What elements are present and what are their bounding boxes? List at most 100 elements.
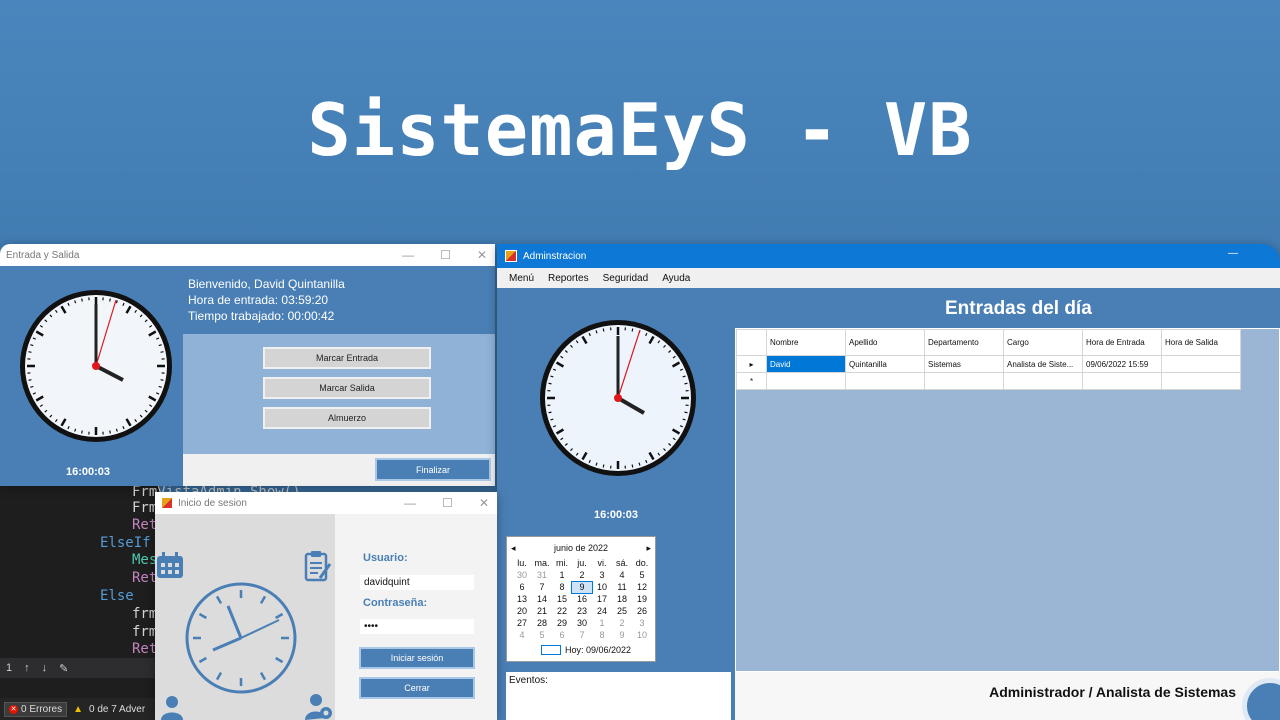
- menu-item-reportes[interactable]: Reportes: [548, 273, 589, 284]
- next-month-icon[interactable]: ▸: [646, 543, 651, 554]
- calendar-day[interactable]: 17: [592, 594, 612, 605]
- table-cell[interactable]: [1082, 372, 1162, 390]
- calendar-day[interactable]: 2: [572, 570, 592, 581]
- calendar-day[interactable]: 30: [512, 570, 532, 581]
- errors-filter-button[interactable]: ✕ 0 Errores: [4, 701, 68, 717]
- calendar-day[interactable]: 2: [612, 618, 632, 629]
- table-cell[interactable]: Sistemas: [924, 355, 1004, 373]
- calendar-day[interactable]: 9: [571, 581, 593, 594]
- calendar-day[interactable]: 15: [552, 594, 572, 605]
- column-header[interactable]: Departamento: [924, 329, 1004, 356]
- calendar-day[interactable]: 8: [592, 630, 612, 641]
- calendar-day[interactable]: 22: [552, 606, 572, 617]
- calendar-day[interactable]: 12: [632, 582, 652, 593]
- month-calendar[interactable]: ◂ junio de 2022 ▸ lu. ma. mi. ju. vi. sá. do. 3…: [506, 536, 656, 662]
- column-header[interactable]: Apellido: [845, 329, 925, 356]
- calendar-day[interactable]: 21: [532, 606, 552, 617]
- calendar-day[interactable]: 30: [572, 618, 592, 629]
- arrow-down-icon[interactable]: ↓: [42, 662, 48, 674]
- calendar-day[interactable]: 8: [552, 582, 572, 593]
- calendar-day[interactable]: 20: [512, 606, 532, 617]
- calendar-day[interactable]: 19: [632, 594, 652, 605]
- column-header[interactable]: Hora de Entrada: [1082, 329, 1162, 356]
- calendar-day[interactable]: 6: [552, 630, 572, 641]
- calendar-day[interactable]: 28: [532, 618, 552, 629]
- prev-month-icon[interactable]: ◂: [511, 543, 516, 554]
- calendar-day[interactable]: 11: [612, 582, 632, 593]
- menu-item-seguridad[interactable]: Seguridad: [603, 273, 649, 284]
- column-header[interactable]: Cargo: [1003, 329, 1083, 356]
- column-header[interactable]: Nombre: [766, 329, 846, 356]
- calendar-day[interactable]: 3: [632, 618, 652, 629]
- calendar-footer[interactable]: Hoy: 09/06/2022: [507, 641, 655, 655]
- table-header-row: Nombre Apellido Departamento Cargo Hora …: [736, 329, 1241, 356]
- menu-item-ayuda[interactable]: Ayuda: [662, 273, 690, 284]
- calendar-day[interactable]: 1: [552, 570, 572, 581]
- calendar-day[interactable]: 31: [532, 570, 552, 581]
- minimize-icon[interactable]: —: [1228, 248, 1238, 259]
- minimize-icon[interactable]: —: [404, 496, 416, 510]
- usuario-input[interactable]: davidquint: [360, 575, 474, 590]
- usuario-label: Usuario:: [363, 552, 408, 564]
- calendar-day[interactable]: 6: [512, 582, 532, 593]
- calendar-day[interactable]: 7: [572, 630, 592, 641]
- cerrar-button[interactable]: Cerrar: [359, 677, 475, 699]
- table-cell[interactable]: [1161, 355, 1241, 373]
- close-icon[interactable]: ✕: [477, 248, 487, 262]
- calendar-day[interactable]: 7: [532, 582, 552, 593]
- calendar-day[interactable]: 14: [532, 594, 552, 605]
- marcar-entrada-button[interactable]: Marcar Entrada: [263, 347, 431, 369]
- calendar-day[interactable]: 1: [592, 618, 612, 629]
- table-cell[interactable]: [924, 372, 1004, 390]
- calendar-day[interactable]: 29: [552, 618, 572, 629]
- minimize-icon[interactable]: —: [402, 248, 414, 262]
- calendar-day[interactable]: 27: [512, 618, 532, 629]
- new-row[interactable]: *: [736, 372, 1241, 390]
- marcar-salida-button[interactable]: Marcar Salida: [263, 377, 431, 399]
- eventos-textbox[interactable]: Eventos:: [506, 672, 731, 720]
- admin-titlebar[interactable]: Adminstracion —: [497, 244, 1280, 268]
- calendar-day[interactable]: 9: [612, 630, 632, 641]
- maximize-icon[interactable]: ☐: [442, 496, 453, 510]
- table-cell[interactable]: Analista de Siste...: [1003, 355, 1083, 373]
- entrada-titlebar[interactable]: Entrada y Salida — ☐ ✕: [0, 244, 495, 266]
- login-titlebar[interactable]: Inicio de sesion — ☐ ✕: [155, 492, 497, 514]
- table-cell[interactable]: 09/06/2022 15:59: [1082, 355, 1162, 373]
- calendar-day[interactable]: 16: [572, 594, 592, 605]
- table-cell[interactable]: [1003, 372, 1083, 390]
- calendar-day[interactable]: 24: [592, 606, 612, 617]
- calendar-day[interactable]: 23: [572, 606, 592, 617]
- calendar-day[interactable]: 13: [512, 594, 532, 605]
- column-header[interactable]: Hora de Salida: [1161, 329, 1241, 356]
- user-avatar-icon[interactable]: [1242, 678, 1280, 720]
- calendar-day[interactable]: 25: [612, 606, 632, 617]
- calendar-day[interactable]: 5: [532, 630, 552, 641]
- calendar-day[interactable]: 18: [612, 594, 632, 605]
- clock-tick: [198, 612, 207, 620]
- menu-item-menu[interactable]: Menú: [509, 273, 534, 284]
- table-cell[interactable]: [766, 372, 846, 390]
- table-row[interactable]: ▸ David Quintanilla Sistemas Analista de…: [736, 355, 1241, 373]
- brush-icon[interactable]: ✎: [59, 662, 68, 675]
- almuerzo-button[interactable]: Almuerzo: [263, 407, 431, 429]
- table-cell[interactable]: [845, 372, 925, 390]
- calendar-day[interactable]: 3: [592, 570, 612, 581]
- table-cell[interactable]: David: [766, 355, 846, 373]
- calendar-day[interactable]: 4: [512, 630, 532, 641]
- finalizar-button[interactable]: Finalizar: [375, 458, 491, 481]
- entries-datagrid[interactable]: Nombre Apellido Departamento Cargo Hora …: [735, 328, 1280, 672]
- calendar-day[interactable]: 4: [612, 570, 632, 581]
- close-icon[interactable]: ✕: [479, 496, 489, 510]
- iniciar-sesion-button[interactable]: Iniciar sesión: [359, 647, 475, 669]
- maximize-icon[interactable]: ☐: [440, 248, 451, 262]
- calendar-month-label[interactable]: junio de 2022: [554, 543, 608, 554]
- table-cell[interactable]: [1161, 372, 1241, 390]
- password-input[interactable]: ••••: [360, 619, 474, 634]
- table-cell[interactable]: Quintanilla: [845, 355, 925, 373]
- new-row-asterisk-icon: *: [736, 372, 767, 390]
- arrow-up-icon[interactable]: ↑: [24, 662, 30, 674]
- calendar-day[interactable]: 10: [592, 582, 612, 593]
- calendar-day[interactable]: 10: [632, 630, 652, 641]
- calendar-day[interactable]: 26: [632, 606, 652, 617]
- calendar-day[interactable]: 5: [632, 570, 652, 581]
